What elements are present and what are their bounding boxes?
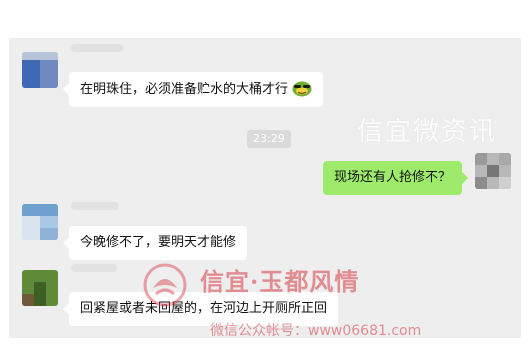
watermark-top-text: 信宜微资讯 [357, 117, 498, 147]
avatar[interactable] [22, 52, 58, 88]
message-text: 今晚修不了，要明天才能修 [80, 235, 237, 250]
watermark-brand: 信宜·玉都风情 [200, 267, 360, 296]
watermark-logo-icon [143, 263, 187, 307]
message-timestamp: 23:29 [247, 130, 291, 148]
sender-name-blurred [71, 202, 119, 210]
message-text: 在明珠住，必须准备贮水的大桶才行 [80, 82, 289, 97]
sunglasses-frog-emoji-icon [292, 79, 312, 97]
sender-name-blurred [71, 44, 123, 52]
message-bubble[interactable]: 今晚修不了，要明天才能修 [62, 226, 248, 260]
avatar[interactable] [22, 270, 58, 306]
message-bubble-outgoing[interactable]: 现场还有人抢修不？ [323, 161, 469, 195]
avatar[interactable] [22, 204, 58, 240]
watermark-account: 微信公众帐号：www06681.com [210, 323, 422, 339]
message-text: 现场还有人抢修不？ [334, 170, 452, 185]
avatar-self[interactable] [475, 153, 511, 189]
sender-name-blurred [71, 264, 117, 272]
message-bubble[interactable]: 在明珠住，必须准备贮水的大桶才行 [62, 72, 324, 107]
message-text: 回紧屋或者未回屋的，在河边上开厕所正回 [80, 301, 328, 316]
